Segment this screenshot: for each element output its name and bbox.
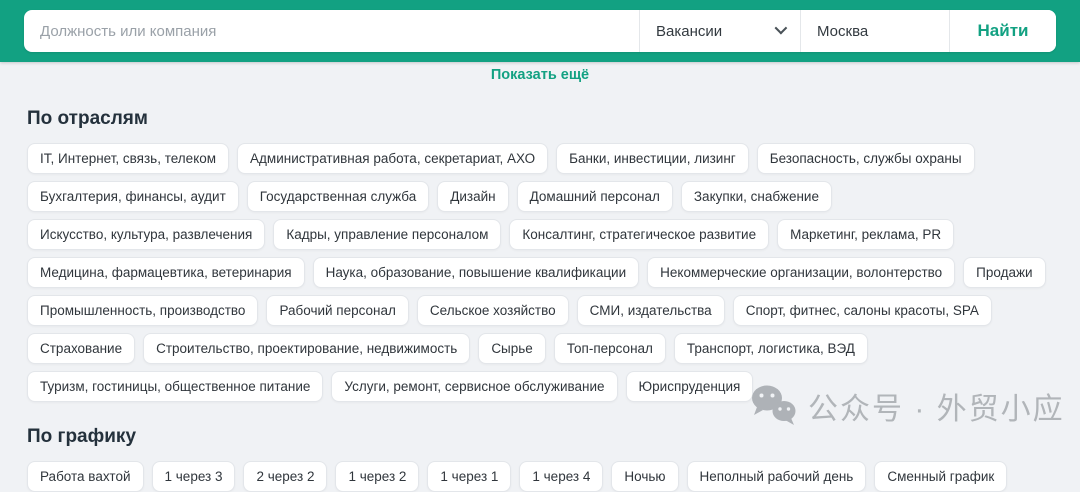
tag-chip[interactable]: Продажи [963, 257, 1045, 288]
search-pill: Вакансии Найти [24, 10, 1056, 52]
content: По отраслям IT, Интернет, связь, телеком… [0, 108, 1080, 492]
tag-chip[interactable]: Топ-персонал [554, 333, 666, 364]
tag-chip[interactable]: 1 через 1 [427, 461, 511, 492]
tag-chip[interactable]: 1 через 2 [335, 461, 419, 492]
section-title-industries: По отраслям [27, 108, 1053, 130]
industry-tag-list: IT, Интернет, связь, телеком Администрати… [27, 143, 1053, 402]
search-type-select[interactable]: Вакансии [640, 10, 800, 52]
keyword-input[interactable] [24, 10, 639, 52]
tag-chip[interactable]: 1 через 4 [519, 461, 603, 492]
tag-chip[interactable]: Консалтинг, стратегическое развитие [509, 219, 769, 250]
tag-chip[interactable]: Сменный график [874, 461, 1007, 492]
tag-chip[interactable]: Услуги, ремонт, сервисное обслуживание [331, 371, 617, 402]
tag-chip[interactable]: Сырье [478, 333, 546, 364]
tag-chip[interactable]: Искусство, культура, развлечения [27, 219, 265, 250]
tag-chip[interactable]: Бухгалтерия, финансы, аудит [27, 181, 239, 212]
tag-chip[interactable]: Рабочий персонал [266, 295, 408, 326]
tag-chip[interactable]: Юриспруденция [626, 371, 754, 402]
tag-chip[interactable]: 1 через 3 [152, 461, 236, 492]
tag-chip[interactable]: Наука, образование, повышение квалификац… [313, 257, 640, 288]
tag-chip[interactable]: Промышленность, производство [27, 295, 258, 326]
tag-chip[interactable]: Ночью [611, 461, 678, 492]
tag-chip[interactable]: СМИ, издательства [577, 295, 725, 326]
tag-chip[interactable]: Туризм, гостиницы, общественное питание [27, 371, 323, 402]
tag-chip[interactable]: 2 через 2 [243, 461, 327, 492]
section-schedule: По графику Работа вахтой 1 через 32 через… [27, 426, 1053, 492]
city-input[interactable] [801, 10, 949, 52]
search-type-value: Вакансии [656, 23, 722, 40]
tag-chip[interactable]: Транспорт, логистика, ВЭД [674, 333, 868, 364]
tag-chip[interactable]: Работа вахтой [27, 461, 144, 492]
tag-chip[interactable]: Государственная служба [247, 181, 429, 212]
schedule-tag-list: Работа вахтой 1 через 32 через 2 1 через 2… [27, 461, 1053, 492]
tag-chip[interactable]: Страхование [27, 333, 135, 364]
tag-chip[interactable]: Домашний персонал [517, 181, 673, 212]
tag-chip[interactable]: Кадры, управление персоналом [273, 219, 501, 250]
section-industries: По отраслям IT, Интернет, связь, телеком… [27, 108, 1053, 402]
tag-chip[interactable]: Строительство, проектирование, недвижимо… [143, 333, 470, 364]
chevron-down-icon [775, 21, 788, 34]
tag-chip[interactable]: Безопасность, службы охраны [757, 143, 975, 174]
section-title-schedule: По графику [27, 426, 1053, 448]
tag-chip[interactable]: Маркетинг, реклама, PR [777, 219, 954, 250]
tag-chip[interactable]: Дизайн [437, 181, 508, 212]
tag-chip[interactable]: Спорт, фитнес, салоны красоты, SPA [733, 295, 992, 326]
search-bar: Вакансии Найти [0, 0, 1080, 62]
tag-chip[interactable]: Сельское хозяйство [417, 295, 569, 326]
find-button[interactable]: Найти [950, 10, 1056, 52]
tag-chip[interactable]: IT, Интернет, связь, телеком [27, 143, 229, 174]
tag-chip[interactable]: Неполный рабочий день [687, 461, 867, 492]
tag-chip[interactable]: Административная работа, секретариат, АХ… [237, 143, 548, 174]
show-more-link[interactable]: Показать ещё [491, 67, 589, 83]
tag-chip[interactable]: Закупки, снабжение [681, 181, 832, 212]
tag-chip[interactable]: Банки, инвестиции, лизинг [556, 143, 749, 174]
tag-chip[interactable]: Некоммерческие организации, волонтерство [647, 257, 955, 288]
show-more-row: Показать ещё [0, 62, 1080, 84]
tag-chip[interactable]: Медицина, фармацевтика, ветеринария [27, 257, 305, 288]
